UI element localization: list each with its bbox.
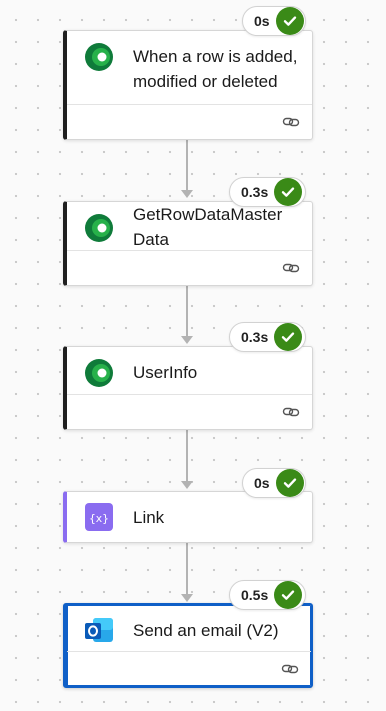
step-card-trigger[interactable]: When a row is added, modified or deleted [63, 30, 313, 140]
step-card-link[interactable]: {x} Link [63, 491, 313, 543]
step-card-getrowdatamasterdata[interactable]: GetRowDataMasterData [63, 201, 313, 286]
connector-line [186, 140, 188, 190]
run-status-badge: 0s [242, 468, 306, 498]
step-title: Send an email (V2) [133, 620, 279, 640]
step-duration: 0.3s [241, 184, 269, 200]
step-duration: 0.3s [241, 329, 269, 345]
step-duration: 0s [254, 475, 270, 491]
link-icon[interactable] [282, 113, 300, 131]
step-card-send-email[interactable]: Send an email (V2) [63, 603, 313, 688]
link-icon[interactable] [282, 403, 300, 421]
step-footer [67, 651, 311, 686]
svg-text:{x}: {x} [89, 512, 109, 525]
success-check-icon [275, 469, 304, 497]
success-check-icon [275, 7, 304, 35]
connector-arrow [181, 481, 193, 489]
connector-arrow [181, 190, 193, 198]
success-check-icon [274, 581, 303, 609]
step-title: GetRowDataMasterData [133, 205, 283, 249]
step-card-userinfo[interactable]: UserInfo [63, 346, 313, 430]
dataverse-icon [85, 43, 113, 71]
run-status-badge: 0.3s [229, 177, 306, 207]
step-footer [67, 250, 312, 285]
connector-line [186, 430, 188, 481]
connector-line [186, 285, 188, 336]
dataverse-icon [85, 359, 113, 387]
connector-arrow [181, 336, 193, 344]
link-icon[interactable] [282, 259, 300, 277]
run-status-badge: 0s [242, 6, 306, 36]
connector-line [186, 542, 188, 594]
step-footer [67, 394, 312, 429]
step-title: Link [133, 507, 165, 527]
step-title: UserInfo [133, 362, 198, 382]
run-status-badge: 0.3s [229, 322, 306, 352]
step-footer [67, 104, 312, 139]
run-status-badge: 0.5s [229, 580, 306, 610]
flow-canvas: When a row is added, modified or deleted… [0, 0, 386, 711]
data-operation-compose-icon: {x} [85, 503, 113, 531]
success-check-icon [274, 178, 303, 206]
link-icon[interactable] [281, 660, 299, 678]
outlook-icon [85, 618, 113, 642]
success-check-icon [274, 323, 303, 351]
dataverse-icon [85, 214, 113, 242]
step-duration: 0.5s [241, 587, 269, 603]
step-duration: 0s [254, 13, 270, 29]
step-title: When a row is added, modified or deleted [133, 47, 298, 91]
connector-arrow [181, 594, 193, 602]
